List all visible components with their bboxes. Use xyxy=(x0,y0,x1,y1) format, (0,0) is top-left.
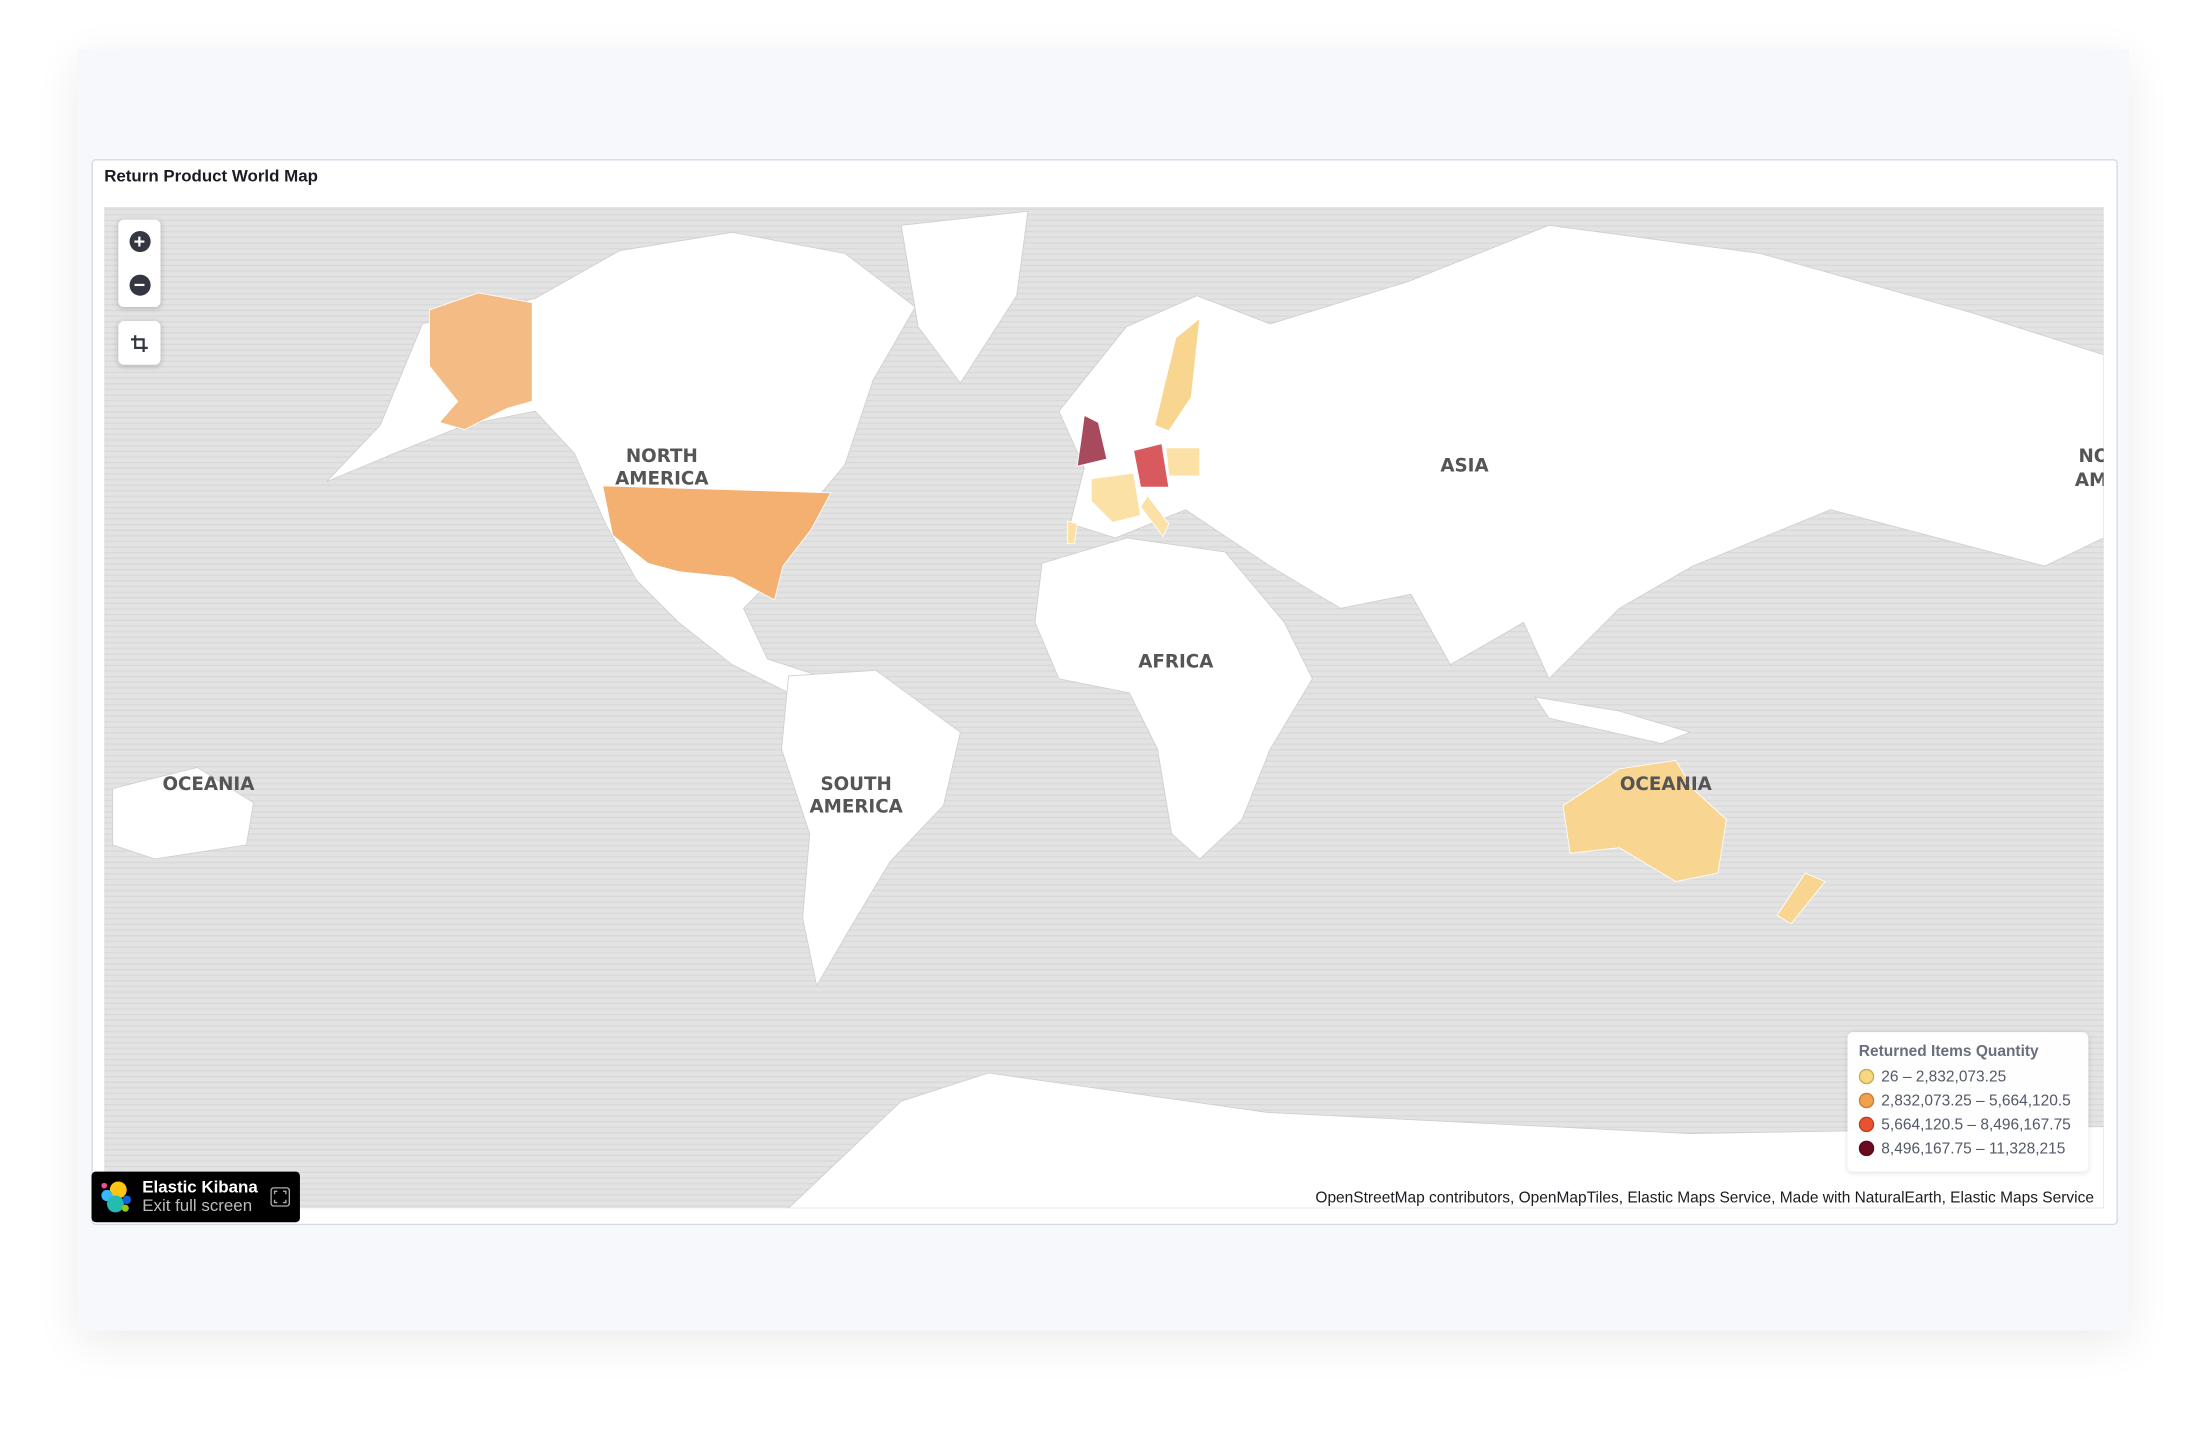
legend-item: 8,496,167.75 – 11,328,215 xyxy=(1858,1136,2077,1160)
fit-to-data-button[interactable] xyxy=(118,321,160,365)
legend-label: 26 – 2,832,073.25 xyxy=(1881,1068,2007,1085)
continent-label: AMERICA xyxy=(809,797,903,818)
continent-label: NO xyxy=(2078,446,2103,467)
continent-label: AFRICA xyxy=(1138,651,1214,672)
legend-swatch xyxy=(1858,1116,1875,1133)
region-poland[interactable] xyxy=(1165,447,1201,477)
plus-icon: + xyxy=(128,230,150,253)
continent-label: OCEANIA xyxy=(162,774,255,795)
continent-label: OCEANIA xyxy=(1620,774,1713,795)
badge-subtitle: Exit full screen xyxy=(142,1195,253,1216)
legend-label: 8,496,167.75 – 11,328,215 xyxy=(1881,1139,2066,1157)
map-legend: Returned Items Quantity 26 – 2,832,073.2… xyxy=(1847,1032,2089,1172)
panel-title: Return Product World Map xyxy=(104,166,318,186)
legend-swatch xyxy=(1858,1092,1875,1109)
continent-label: AMERICA xyxy=(615,468,709,489)
exit-full-screen-button[interactable]: Elastic Kibana Exit full screen xyxy=(91,1171,300,1223)
legend-item: 5,664,120.5 – 8,496,167.75 xyxy=(1858,1112,2077,1136)
map-canvas[interactable]: NORTHAMERICAASIAAFRICASOUTHAMERICAOCEANI… xyxy=(104,206,2104,1209)
zoom-out-button[interactable]: − xyxy=(118,263,160,307)
continent-label: ASIA xyxy=(1440,456,1489,477)
crop-icon xyxy=(130,334,148,352)
fit-controls xyxy=(118,321,161,365)
map-attribution[interactable]: OpenStreetMap contributors, OpenMapTiles… xyxy=(1312,1189,2097,1207)
continent-label: NORTH xyxy=(626,446,698,467)
legend-label: 2,832,073.25 – 5,664,120.5 xyxy=(1881,1092,2071,1109)
legend-item: 26 – 2,832,073.25 xyxy=(1858,1065,2077,1089)
legend-title: Returned Items Quantity xyxy=(1858,1043,2039,1061)
zoom-in-button[interactable]: + xyxy=(118,220,160,264)
legend-item: 2,832,073.25 – 5,664,120.5 xyxy=(1858,1089,2077,1113)
minus-icon: − xyxy=(128,274,150,296)
legend-label: 5,664,120.5 – 8,496,167.75 xyxy=(1881,1115,2071,1133)
legend-swatch xyxy=(1858,1140,1875,1157)
legend-swatch xyxy=(1858,1068,1875,1085)
world-map[interactable]: NORTH AMERICA ASIA AFRICA SOUTH AMERICA OCEANI… xyxy=(104,206,2104,1209)
badge-title: Elastic Kibana xyxy=(142,1177,258,1197)
fullscreen-exit-icon xyxy=(270,1187,291,1207)
continent-label: AM xyxy=(2075,470,2104,491)
zoom-controls: + − xyxy=(118,219,161,307)
elastic-logo-icon xyxy=(101,1181,131,1213)
continent-label: SOUTH xyxy=(820,774,891,795)
